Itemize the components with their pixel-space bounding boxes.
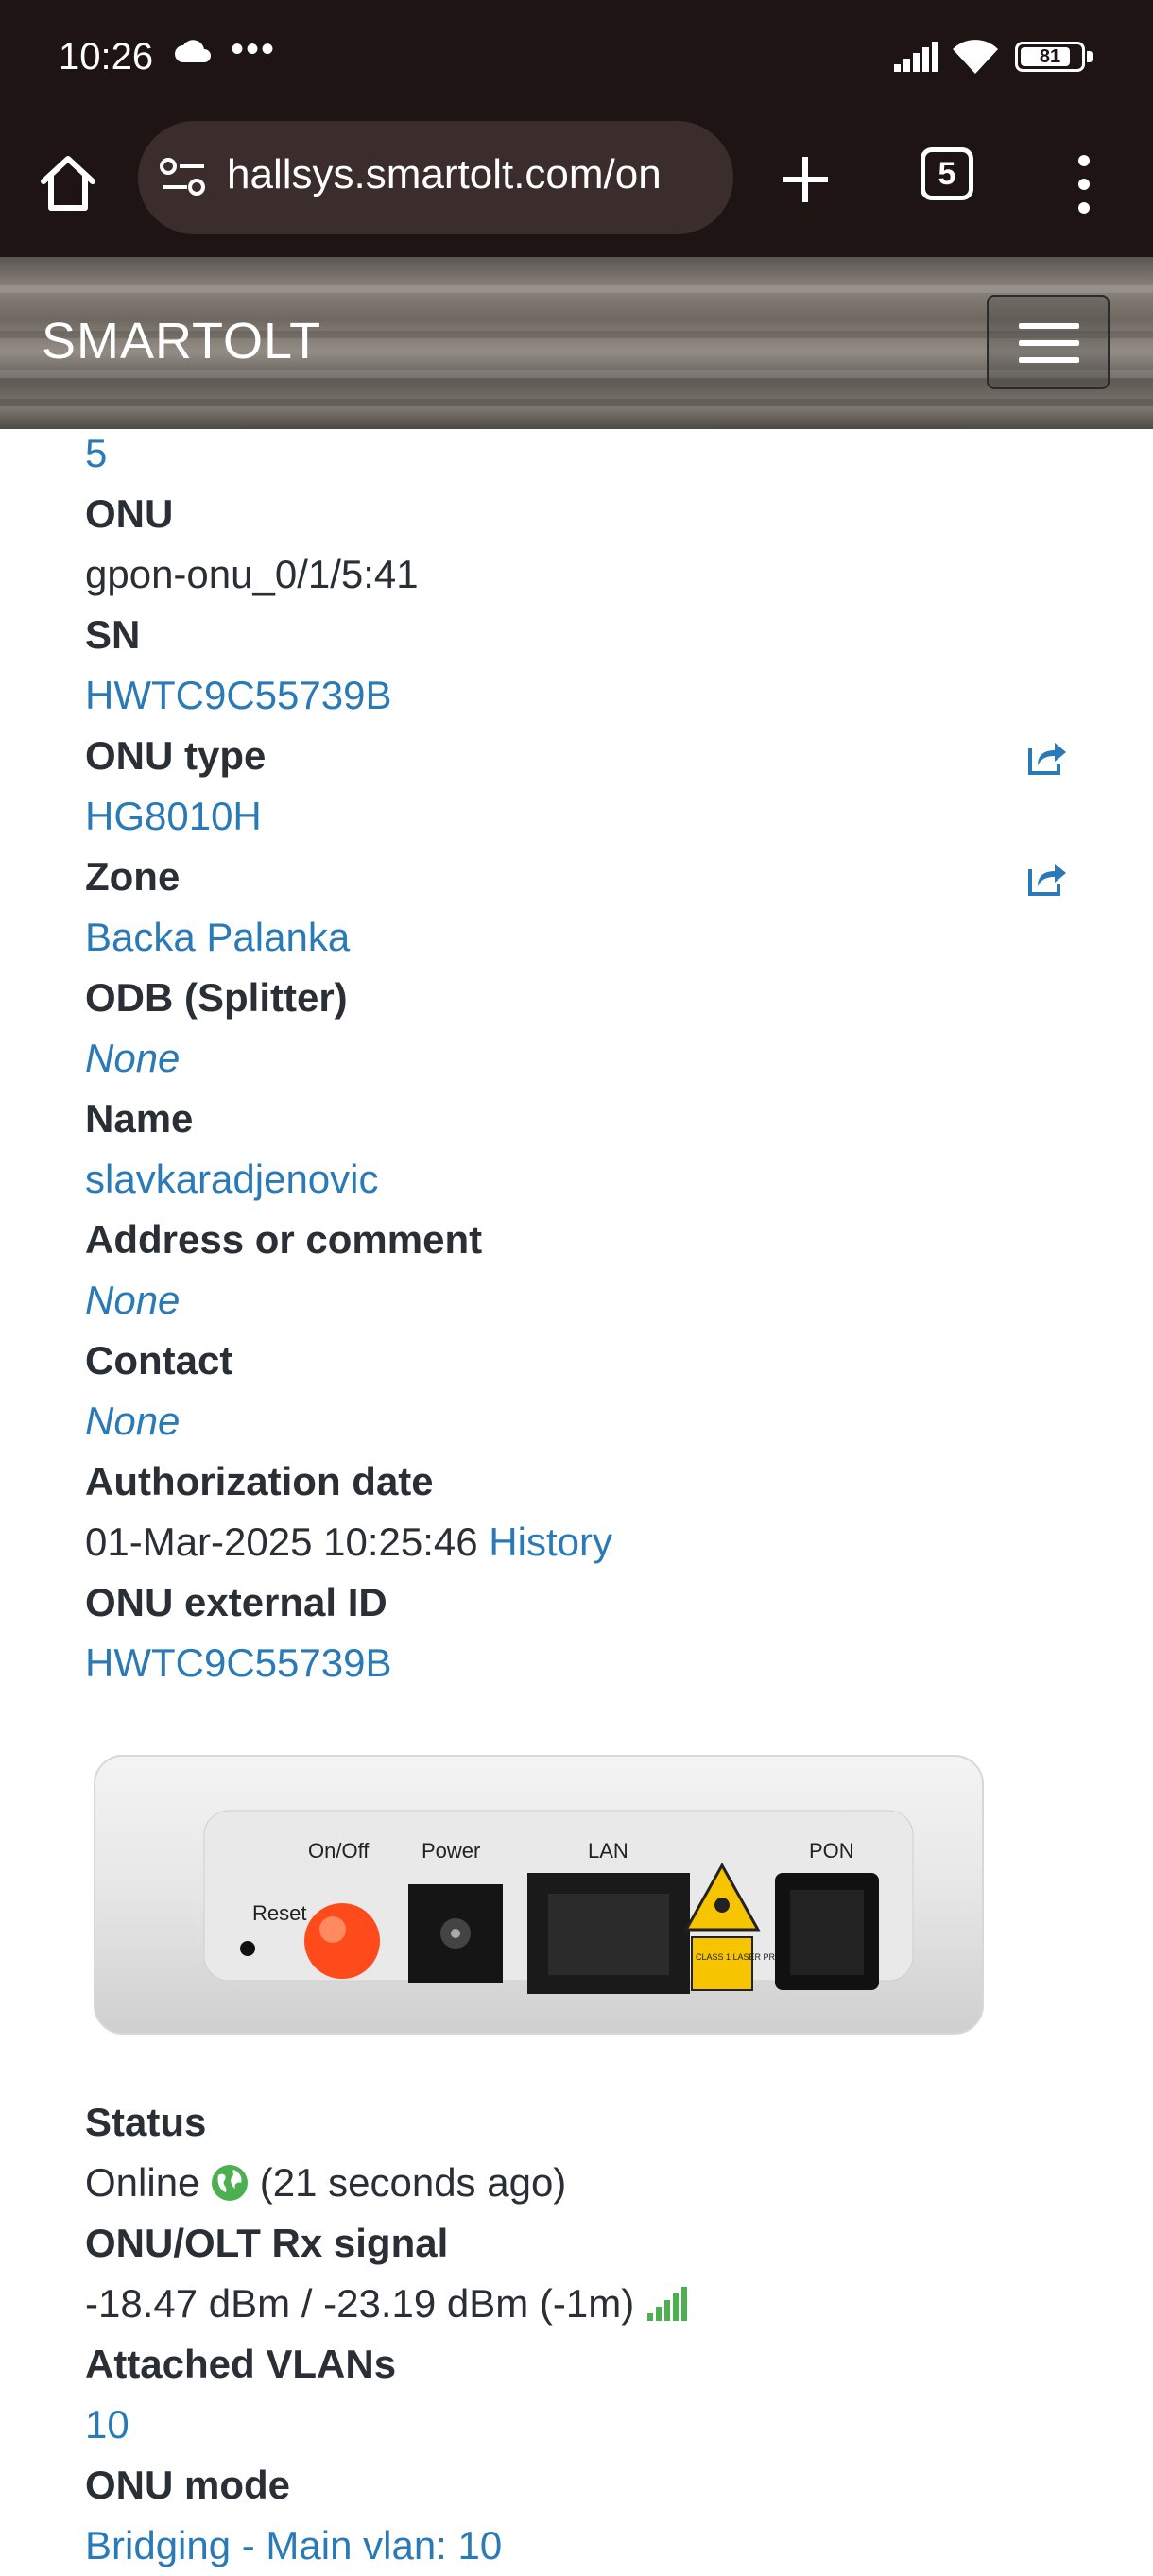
onu-device-image: Reset On/Off Power LAN CLASS 1 LASER PRO… bbox=[94, 1755, 984, 2035]
history-link[interactable]: History bbox=[489, 1520, 612, 1564]
signal-strength-icon bbox=[646, 2287, 687, 2321]
onu-status: Status Online (21 seconds ago) ONU/OLT R… bbox=[85, 2092, 1077, 2576]
onu-mode-label: ONU mode bbox=[85, 2463, 291, 2507]
external-id-value-link[interactable]: HWTC9C55739B bbox=[85, 1633, 1077, 1693]
lan-port-label: LAN bbox=[588, 1839, 628, 1863]
top-value-link[interactable]: 5 bbox=[85, 423, 1077, 484]
contact-label: Contact bbox=[85, 1338, 233, 1382]
external-id-label: ONU external ID bbox=[85, 1580, 387, 1624]
share-icon[interactable] bbox=[1026, 860, 1068, 898]
power-port-label: Power bbox=[422, 1839, 480, 1863]
sn-label: SN bbox=[85, 612, 141, 657]
onu-mode-link[interactable]: Bridging - Main vlan: 10 bbox=[85, 2516, 1077, 2576]
name-value-link[interactable]: slavkaradjenovic bbox=[85, 1149, 1077, 1210]
site-header: SMARTOLT bbox=[0, 257, 1153, 429]
onu-details: 5 ONU gpon-onu_0/1/5:41 SN HWTC9C55739B … bbox=[85, 423, 1077, 1693]
url-text: hallsys.smartolt.com/on bbox=[227, 151, 662, 197]
brand-logo[interactable]: SMARTOLT bbox=[42, 312, 321, 370]
status-row: Online (21 seconds ago) bbox=[85, 2153, 1077, 2213]
site-settings-icon[interactable] bbox=[159, 155, 208, 200]
tab-switcher-button[interactable]: 5 bbox=[921, 147, 973, 200]
pon-port-label: PON bbox=[809, 1839, 854, 1863]
more-notifications-icon: ••• bbox=[231, 28, 277, 70]
zone-value-link[interactable]: Backa Palanka bbox=[85, 907, 1077, 968]
status-value: Online bbox=[85, 2160, 200, 2205]
contact-value-link[interactable]: None bbox=[85, 1391, 1077, 1451]
odb-label: ODB (Splitter) bbox=[85, 975, 348, 1020]
overflow-menu-icon[interactable] bbox=[1070, 151, 1098, 217]
reset-port-label: Reset bbox=[252, 1901, 306, 1925]
address-bar[interactable]: hallsys.smartolt.com/on bbox=[138, 121, 733, 234]
zone-label: Zone bbox=[85, 854, 181, 899]
onu-value: gpon-onu_0/1/5:41 bbox=[85, 552, 419, 596]
globe-online-icon bbox=[212, 2165, 249, 2201]
address-label: Address or comment bbox=[85, 1217, 483, 1262]
onoff-port-label: On/Off bbox=[308, 1839, 370, 1863]
onu-type-label: ONU type bbox=[85, 733, 267, 778]
zone-row-label: Zone bbox=[85, 847, 1077, 907]
status-bar: 10:26 ••• 81 bbox=[0, 0, 1153, 113]
new-tab-icon[interactable] bbox=[777, 151, 834, 208]
odb-value-link[interactable]: None bbox=[85, 1028, 1077, 1089]
rx-signal-label: ONU/OLT Rx signal bbox=[85, 2221, 449, 2265]
authorization-date-label: Authorization date bbox=[85, 1459, 434, 1503]
cloud-icon bbox=[175, 40, 211, 62]
attached-vlans-link[interactable]: 10 bbox=[85, 2395, 1077, 2455]
onu-type-value-link[interactable]: HG8010H bbox=[85, 786, 1077, 847]
status-label: Status bbox=[85, 2100, 207, 2144]
name-label: Name bbox=[85, 1096, 194, 1141]
clock: 10:26 bbox=[59, 36, 154, 77]
home-icon[interactable] bbox=[34, 149, 102, 217]
onu-label: ONU bbox=[85, 491, 174, 536]
address-value-link[interactable]: None bbox=[85, 1270, 1077, 1331]
wifi-icon bbox=[953, 40, 998, 74]
hamburger-menu-button[interactable] bbox=[987, 295, 1110, 389]
share-icon[interactable] bbox=[1026, 739, 1068, 777]
browser-toolbar: hallsys.smartolt.com/on 5 bbox=[0, 113, 1153, 257]
cell-signal-icon bbox=[894, 42, 938, 72]
status-ago: (21 seconds ago) bbox=[259, 2160, 567, 2205]
rx-signal-value: -18.47 dBm / -23.19 dBm (-1m) bbox=[85, 2281, 635, 2326]
rx-signal-row: -18.47 dBm / -23.19 dBm (-1m) bbox=[85, 2274, 1077, 2334]
sn-value-link[interactable]: HWTC9C55739B bbox=[85, 665, 1077, 726]
authorization-date-value: 01-Mar-2025 10:25:46 bbox=[85, 1520, 478, 1564]
attached-vlans-label: Attached VLANs bbox=[85, 2342, 397, 2386]
onu-type-row-label: ONU type bbox=[85, 726, 1077, 786]
battery-level: 81 bbox=[1039, 46, 1061, 67]
authorization-date-row: 01-Mar-2025 10:25:46 History bbox=[85, 1512, 1077, 1572]
battery-icon: 81 bbox=[1015, 42, 1085, 72]
